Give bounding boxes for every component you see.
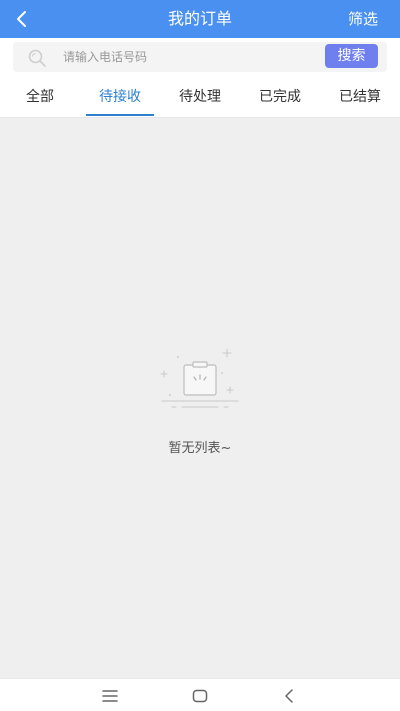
tab-settled[interactable]: 已结算 [320,76,400,117]
search-icon [28,49,46,67]
order-status-tabs: 全部 待接收 待处理 已完成 已结算 [0,76,400,118]
page-title: 我的订单 [167,9,232,28]
empty-clipboard-icon [160,348,239,408]
tab-all[interactable]: 全部 [0,76,80,117]
menu-icon[interactable] [101,687,119,705]
phone-search-input[interactable] [63,45,313,69]
tab-pending-process[interactable]: 待处理 [160,76,240,117]
tab-completed[interactable]: 已完成 [240,76,320,117]
back-button[interactable] [10,7,34,31]
app-header: 我的订单 筛选 [0,0,400,38]
empty-state-text: 暂无列表~ [168,441,232,456]
search-bar: 搜索 [0,38,400,76]
search-button[interactable]: 搜索 [325,44,378,68]
search-box: 搜索 [13,42,387,72]
back-icon[interactable] [281,687,299,705]
system-nav-bar [0,678,400,711]
filter-button[interactable]: 筛选 [348,0,378,38]
home-icon[interactable] [191,687,209,705]
chevron-left-icon [17,11,26,27]
tab-pending-receive[interactable]: 待接收 [80,76,160,117]
